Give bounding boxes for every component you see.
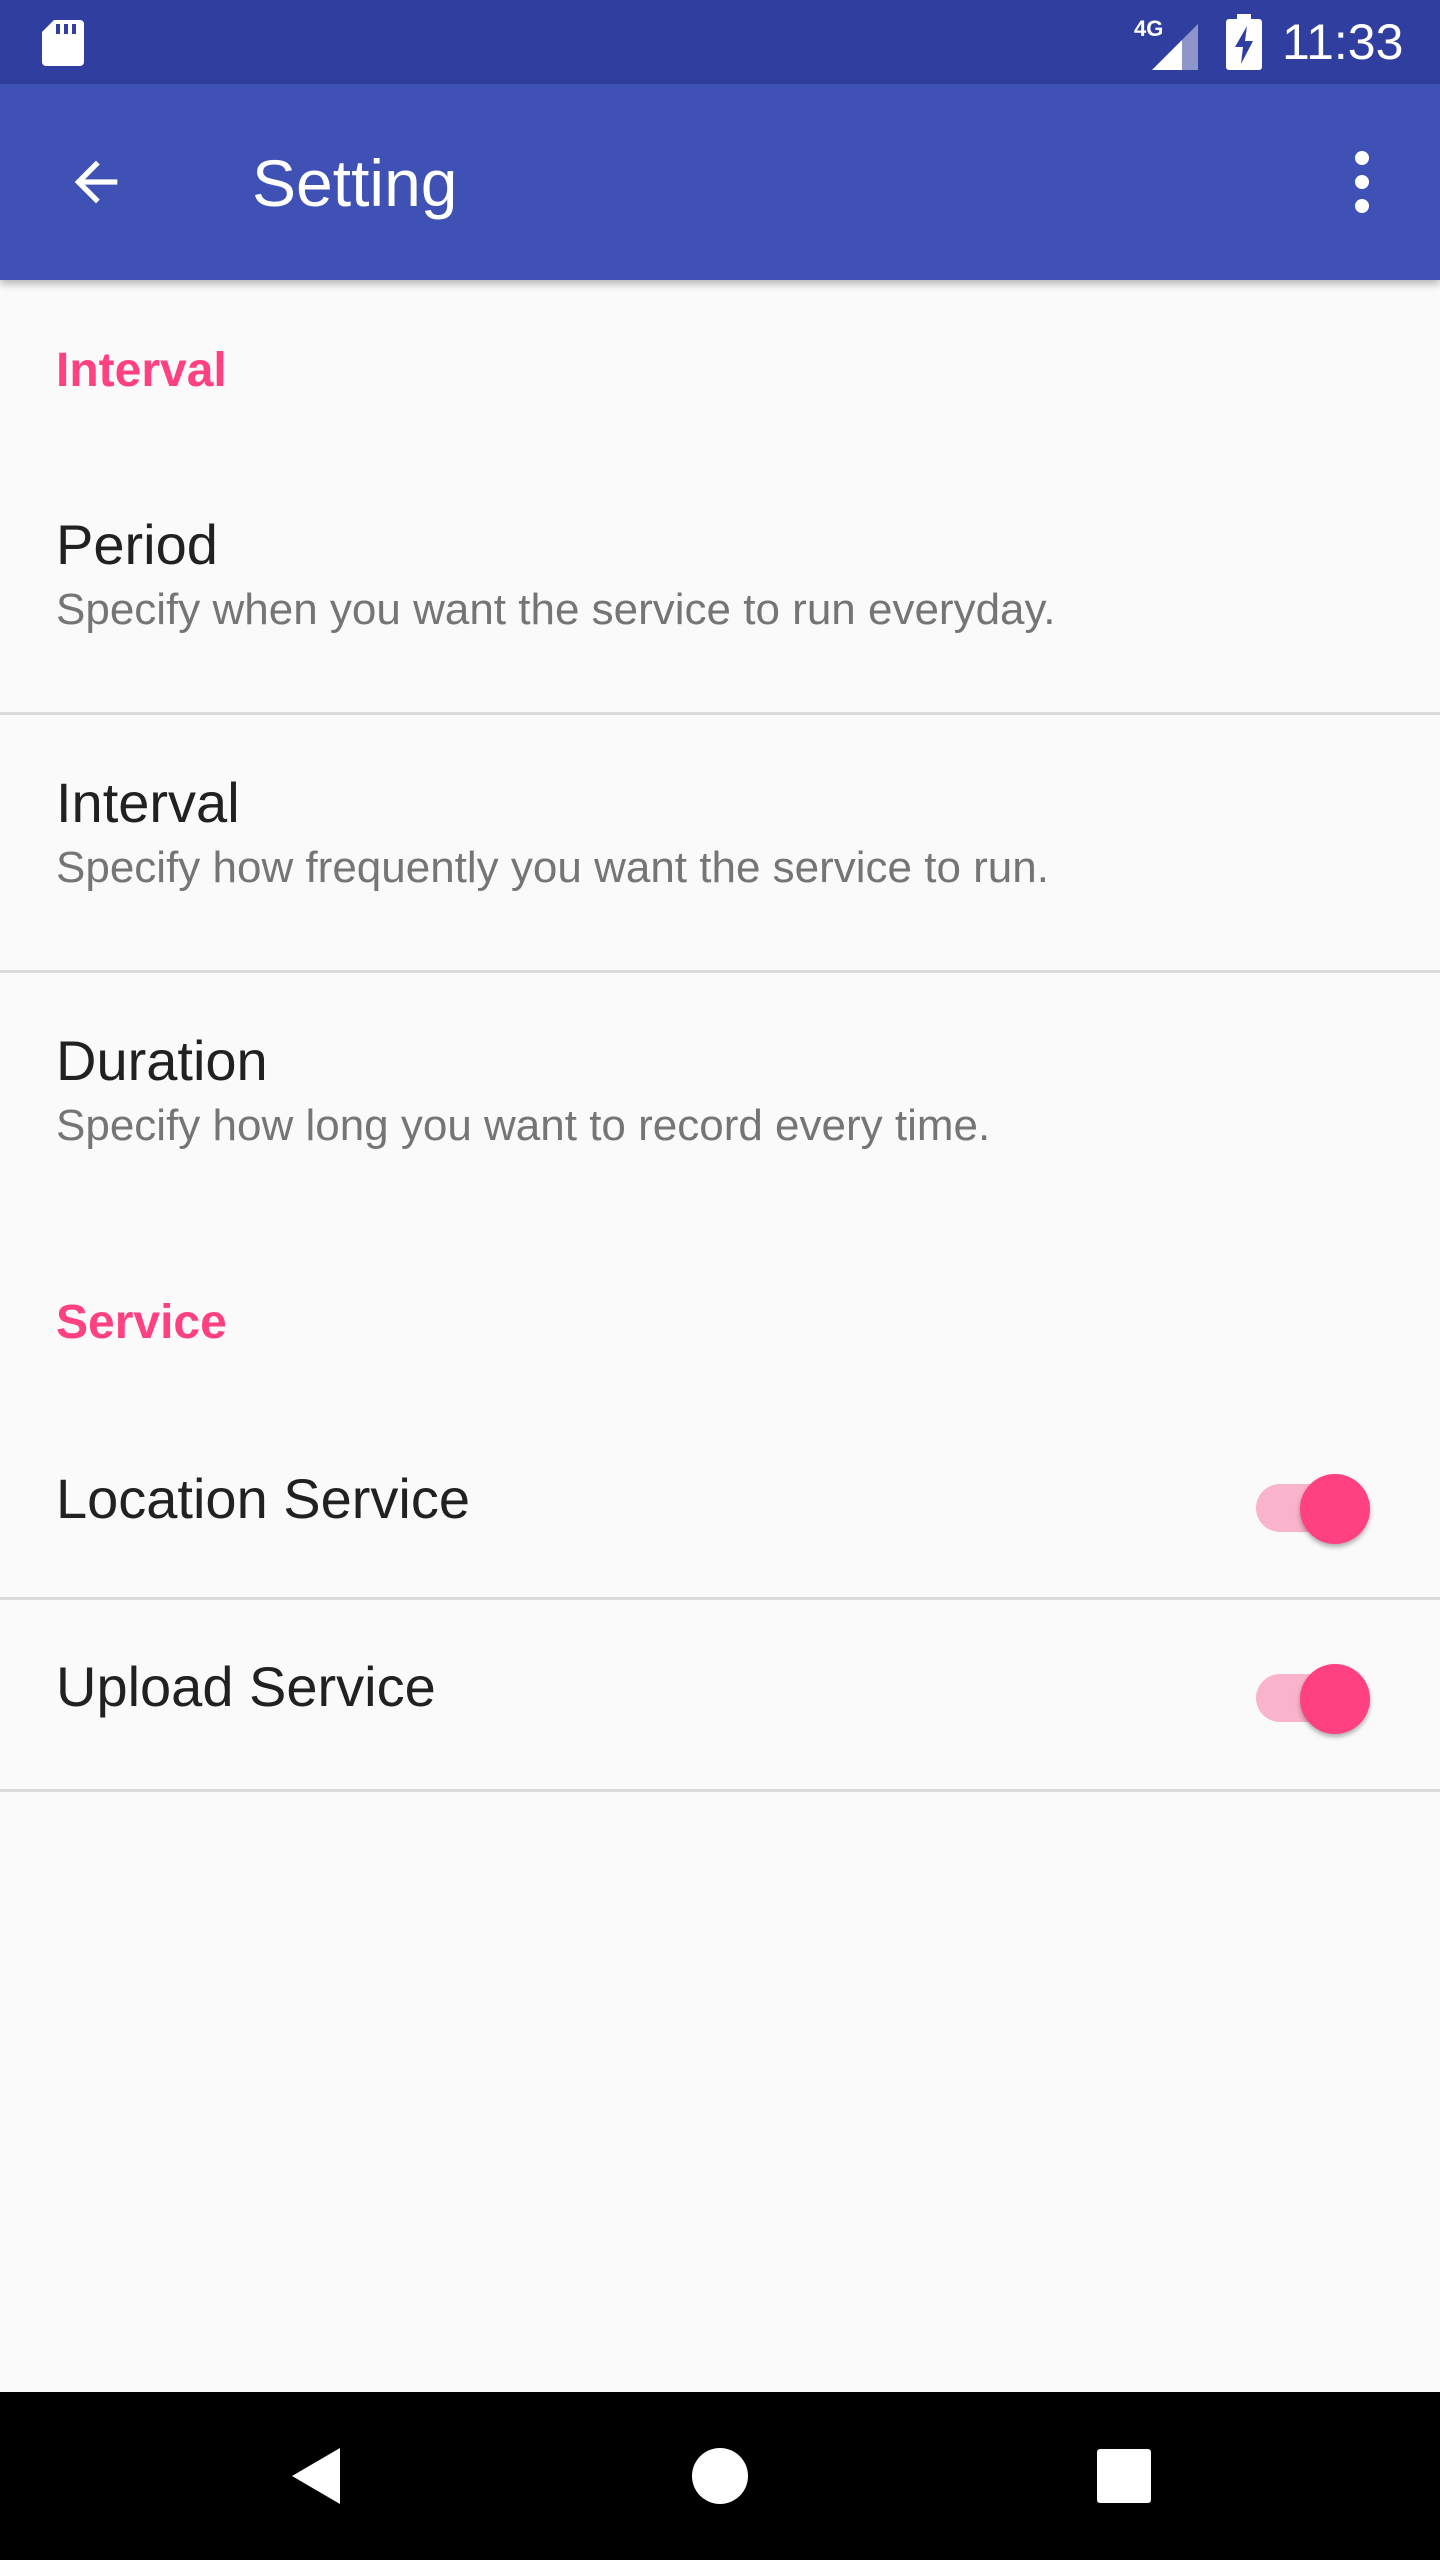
- pref-upload-service[interactable]: Upload Service: [0, 1600, 1440, 1790]
- app-bar: Setting: [0, 84, 1440, 280]
- cell-signal-icon: [1152, 24, 1198, 70]
- divider: [0, 712, 1440, 715]
- battery-charging-icon: [1226, 14, 1262, 70]
- category-header-service: Service: [56, 1296, 227, 1349]
- switch-thumb: [1300, 1474, 1370, 1544]
- nav-home-icon: [692, 2448, 748, 2504]
- pref-interval[interactable]: Interval Specify how frequently you want…: [0, 770, 1440, 952]
- pref-duration[interactable]: Duration Specify how long you want to re…: [0, 1028, 1440, 1210]
- nav-back-icon: [292, 2448, 340, 2504]
- sd-card-icon: [42, 20, 84, 66]
- pref-title: Duration: [56, 1029, 268, 1092]
- overflow-menu-button[interactable]: [1314, 134, 1410, 230]
- status-bar: 4G 11:33: [0, 0, 1440, 84]
- pref-period[interactable]: Period Specify when you want the service…: [0, 512, 1440, 694]
- pref-title: Location Service: [56, 1467, 471, 1530]
- category-header-interval: Interval: [56, 344, 227, 397]
- pref-title: Upload Service: [56, 1655, 436, 1718]
- nav-home-button[interactable]: [660, 2416, 780, 2536]
- nav-back-button[interactable]: [256, 2416, 376, 2536]
- pref-title: Interval: [56, 771, 240, 834]
- upload-service-switch[interactable]: [1250, 1650, 1374, 1734]
- pref-title: Period: [56, 513, 218, 576]
- navigation-bar: [0, 2392, 1440, 2560]
- pref-location-service[interactable]: Location Service: [0, 1404, 1440, 1594]
- back-button[interactable]: [48, 134, 144, 230]
- divider: [0, 1789, 1440, 1792]
- settings-list: Interval Period Specify when you want th…: [0, 280, 1440, 2392]
- divider: [0, 970, 1440, 973]
- more-vert-icon: [1355, 151, 1369, 213]
- pref-summary: Specify when you want the service to run…: [56, 585, 1056, 634]
- cell-signal: 4G: [1134, 14, 1200, 70]
- location-service-switch[interactable]: [1250, 1460, 1374, 1544]
- nav-recents-icon: [1097, 2449, 1151, 2503]
- pref-summary: Specify how frequently you want the serv…: [56, 843, 1049, 892]
- switch-thumb: [1300, 1664, 1370, 1734]
- status-clock: 11:33: [1282, 14, 1404, 70]
- page-title: Setting: [252, 146, 458, 220]
- pref-summary: Specify how long you want to record ever…: [56, 1101, 991, 1150]
- back-arrow-icon: [74, 160, 118, 204]
- nav-recents-button[interactable]: [1064, 2416, 1184, 2536]
